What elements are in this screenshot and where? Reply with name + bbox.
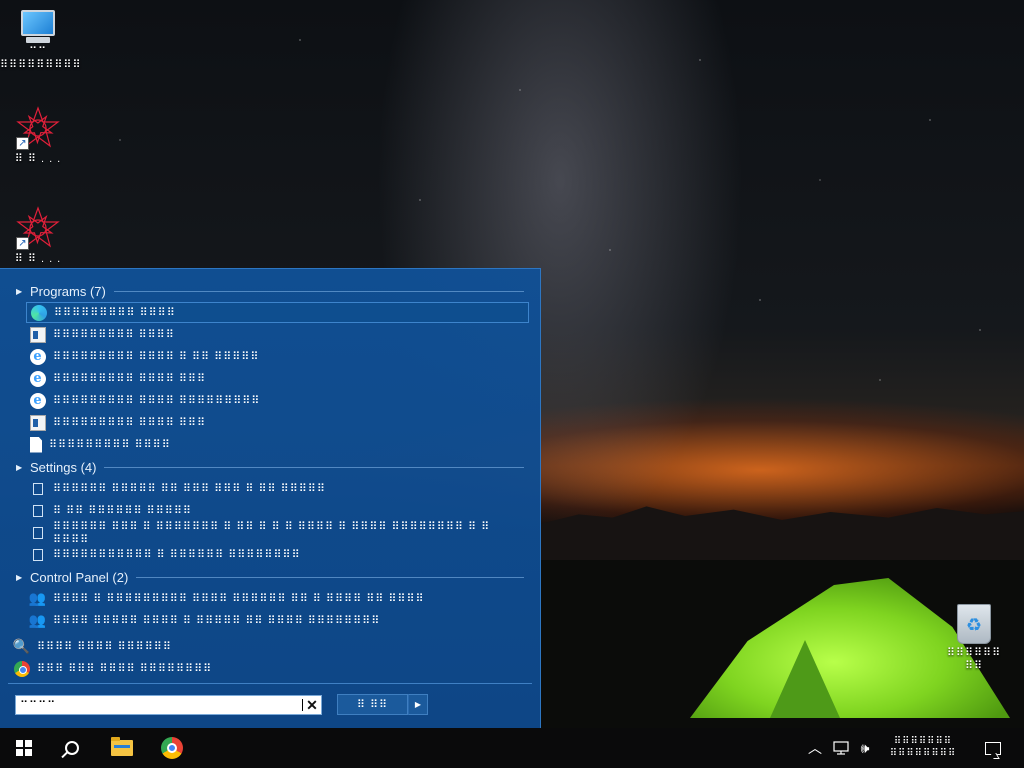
chevron-up-icon: ︿ [808, 740, 822, 756]
desktop-icon-label: ⠿ ⠿ . . . [14, 153, 62, 165]
app-star-icon: ↗ [16, 106, 60, 150]
file-explorer-button[interactable] [98, 728, 146, 768]
network-icon [833, 741, 849, 755]
action-center-button[interactable] [978, 728, 1008, 768]
notification-icon [985, 741, 1001, 755]
result-setting-3[interactable]: ⠿⠿⠿⠿⠿⠿ ⠿⠿⠿ ⠿ ⠿⠿⠿⠿⠿⠿⠿ ⠿ ⠿⠿ ⠿ ⠿ ⠿ ⠿⠿⠿⠿ ⠿ ⠿… [26, 521, 529, 546]
desktop-icon-label: ⠉⠉ ⠿⠿⠿⠿⠿⠿⠿⠿⠿ [0, 46, 82, 71]
result-search-web[interactable]: ⠿⠿⠿ ⠿⠿⠿ ⠿⠿⠿⠿ ⠿⠿⠿⠿⠿⠿⠿⠿ [10, 658, 513, 679]
clock-date: ⠿⠿⠿⠿⠿⠿⠿⠿ [889, 748, 957, 759]
magnifier-icon: 🔍 [12, 638, 32, 654]
speaker-icon: 🕪 [860, 739, 870, 756]
edge-icon [31, 304, 47, 321]
windows-logo-icon [16, 740, 32, 756]
result-program-5[interactable]: e ⠿⠿⠿⠿⠿⠿⠿⠿⠿ ⠿⠿⠿⠿ ⠿⠿⠿⠿⠿⠿⠿⠿⠿ [26, 390, 529, 411]
result-program-3[interactable]: e ⠿⠿⠿⠿⠿⠿⠿⠿⠿ ⠿⠿⠿⠿ ⠿ ⠿⠿ ⠿⠿⠿⠿⠿ [26, 346, 529, 367]
result-setting-2[interactable]: ⠿ ⠿⠿ ⠿⠿⠿⠿⠿⠿ ⠿⠿⠿⠿⠿ [26, 500, 529, 521]
ie-icon: e [30, 392, 46, 409]
app-star-icon: ↗ [16, 206, 60, 250]
folder-icon [111, 737, 133, 756]
clock-time: ⠿⠿⠿⠿⠿⠿⠿ [893, 736, 953, 747]
result-search-more[interactable]: 🔍 ⠿⠿⠿⠿ ⠿⠿⠿⠿ ⠿⠿⠿⠿⠿⠿ [10, 636, 513, 657]
search-input-value: ⠉⠉⠉⠉ [20, 699, 57, 712]
chrome-icon [14, 660, 30, 677]
desktop-icon-this-pc[interactable]: ⠉⠉ ⠿⠿⠿⠿⠿⠿⠿⠿⠿ [0, 10, 82, 72]
recycle-bin-icon [957, 604, 991, 644]
divider [8, 683, 532, 684]
expand-triangle-icon: ▶ [16, 462, 23, 472]
chrome-icon [161, 737, 183, 759]
chrome-taskbar-button[interactable] [148, 728, 196, 768]
show-hidden-icons-button[interactable]: ︿ [806, 728, 824, 768]
result-program-7[interactable]: ⠿⠿⠿⠿⠿⠿⠿⠿⠿ ⠿⠿⠿⠿ [26, 434, 529, 455]
ie-icon: e [30, 348, 46, 365]
setting-icon [33, 504, 43, 517]
window-icon [30, 414, 46, 431]
group-header-programs[interactable]: ▶ Programs (7) [16, 283, 524, 299]
result-program-2[interactable]: ⠿⠿⠿⠿⠿⠿⠿⠿⠿ ⠿⠿⠿⠿ [26, 324, 529, 345]
shutdown-button[interactable]: ⠿ ⠿⠿ [337, 694, 408, 715]
shortcut-arrow-icon: ↗ [16, 237, 29, 250]
volume-tray-button[interactable]: 🕪 [854, 728, 876, 768]
network-tray-button[interactable] [830, 728, 852, 768]
taskbar-search-button[interactable] [48, 728, 96, 768]
setting-icon [33, 526, 43, 539]
group-header-control-panel[interactable]: ▶ Control Panel (2) [16, 569, 524, 585]
expand-triangle-icon: ▶ [16, 286, 23, 296]
computer-icon [21, 10, 55, 36]
window-icon [30, 326, 46, 343]
users-icon: 👥 [28, 612, 48, 628]
ie-icon: e [30, 370, 46, 387]
result-control-panel-1[interactable]: 👥 ⠿⠿⠿⠿ ⠿ ⠿⠿⠿⠿⠿⠿⠿⠿⠿ ⠿⠿⠿⠿ ⠿⠿⠿⠿⠿⠿ ⠿⠿ ⠿ ⠿⠿⠿⠿… [26, 588, 529, 609]
search-results-panel: ▶ Programs (7) ⠿⠿⠿⠿⠿⠿⠿⠿⠿ ⠿⠿⠿⠿ ⠿⠿⠿⠿⠿⠿⠿⠿⠿ … [0, 268, 541, 728]
desktop-icon-shortcut-1[interactable]: ↗ ⠿ ⠿ . . . [0, 106, 76, 166]
taskbar-clock[interactable]: ⠿⠿⠿⠿⠿⠿⠿ ⠿⠿⠿⠿⠿⠿⠿⠿ [884, 730, 962, 766]
document-icon [30, 436, 42, 453]
chevron-right-icon: ▶ [414, 700, 422, 709]
setting-icon [33, 548, 43, 561]
group-header-settings[interactable]: ▶ Settings (4) [16, 459, 524, 475]
expand-triangle-icon: ▶ [16, 572, 23, 582]
desktop-icon-label: ⠿ ⠿ . . . [14, 253, 62, 265]
result-setting-4[interactable]: ⠿⠿⠿⠿⠿⠿⠿⠿⠿⠿⠿ ⠿ ⠿⠿⠿⠿⠿⠿ ⠿⠿⠿⠿⠿⠿⠿⠿ [26, 544, 529, 565]
result-setting-1[interactable]: ⠿⠿⠿⠿⠿⠿ ⠿⠿⠿⠿⠿ ⠿⠿ ⠿⠿⠿ ⠿⠿⠿ ⠿ ⠿⠿ ⠿⠿⠿⠿⠿ [26, 478, 529, 499]
shutdown-options-button[interactable]: ▶ [408, 694, 428, 715]
result-program-1[interactable]: ⠿⠿⠿⠿⠿⠿⠿⠿⠿ ⠿⠿⠿⠿ [26, 302, 529, 323]
desktop-icon-recycle-bin[interactable]: ⠿⠿⠿⠿⠿⠿ ⠿⠿ [936, 604, 1012, 673]
clear-search-icon[interactable]: ✕ [303, 696, 321, 714]
taskbar: ︿ 🕪 ⠿⠿⠿⠿⠿⠿⠿ ⠿⠿⠿⠿⠿⠿⠿⠿ [0, 728, 1024, 768]
start-button[interactable] [0, 728, 48, 768]
users-icon: 👥 [28, 590, 48, 606]
result-program-6[interactable]: ⠿⠿⠿⠿⠿⠿⠿⠿⠿ ⠿⠿⠿⠿ ⠿⠿⠿ [26, 412, 529, 433]
result-control-panel-2[interactable]: 👥 ⠿⠿⠿⠿ ⠿⠿⠿⠿⠿ ⠿⠿⠿⠿ ⠿ ⠿⠿⠿⠿⠿ ⠿⠿ ⠿⠿⠿⠿ ⠿⠿⠿⠿⠿⠿… [26, 610, 529, 631]
search-icon [65, 741, 79, 755]
setting-icon [33, 482, 43, 495]
shortcut-arrow-icon: ↗ [16, 137, 29, 150]
desktop-icon-label: ⠿⠿⠿⠿⠿⠿ ⠿⠿ [946, 647, 1002, 672]
result-program-4[interactable]: e ⠿⠿⠿⠿⠿⠿⠿⠿⠿ ⠿⠿⠿⠿ ⠿⠿⠿ [26, 368, 529, 389]
search-input[interactable]: ⠉⠉⠉⠉ ✕ [15, 695, 322, 715]
desktop-icon-shortcut-2[interactable]: ↗ ⠿ ⠿ . . . [0, 206, 76, 266]
